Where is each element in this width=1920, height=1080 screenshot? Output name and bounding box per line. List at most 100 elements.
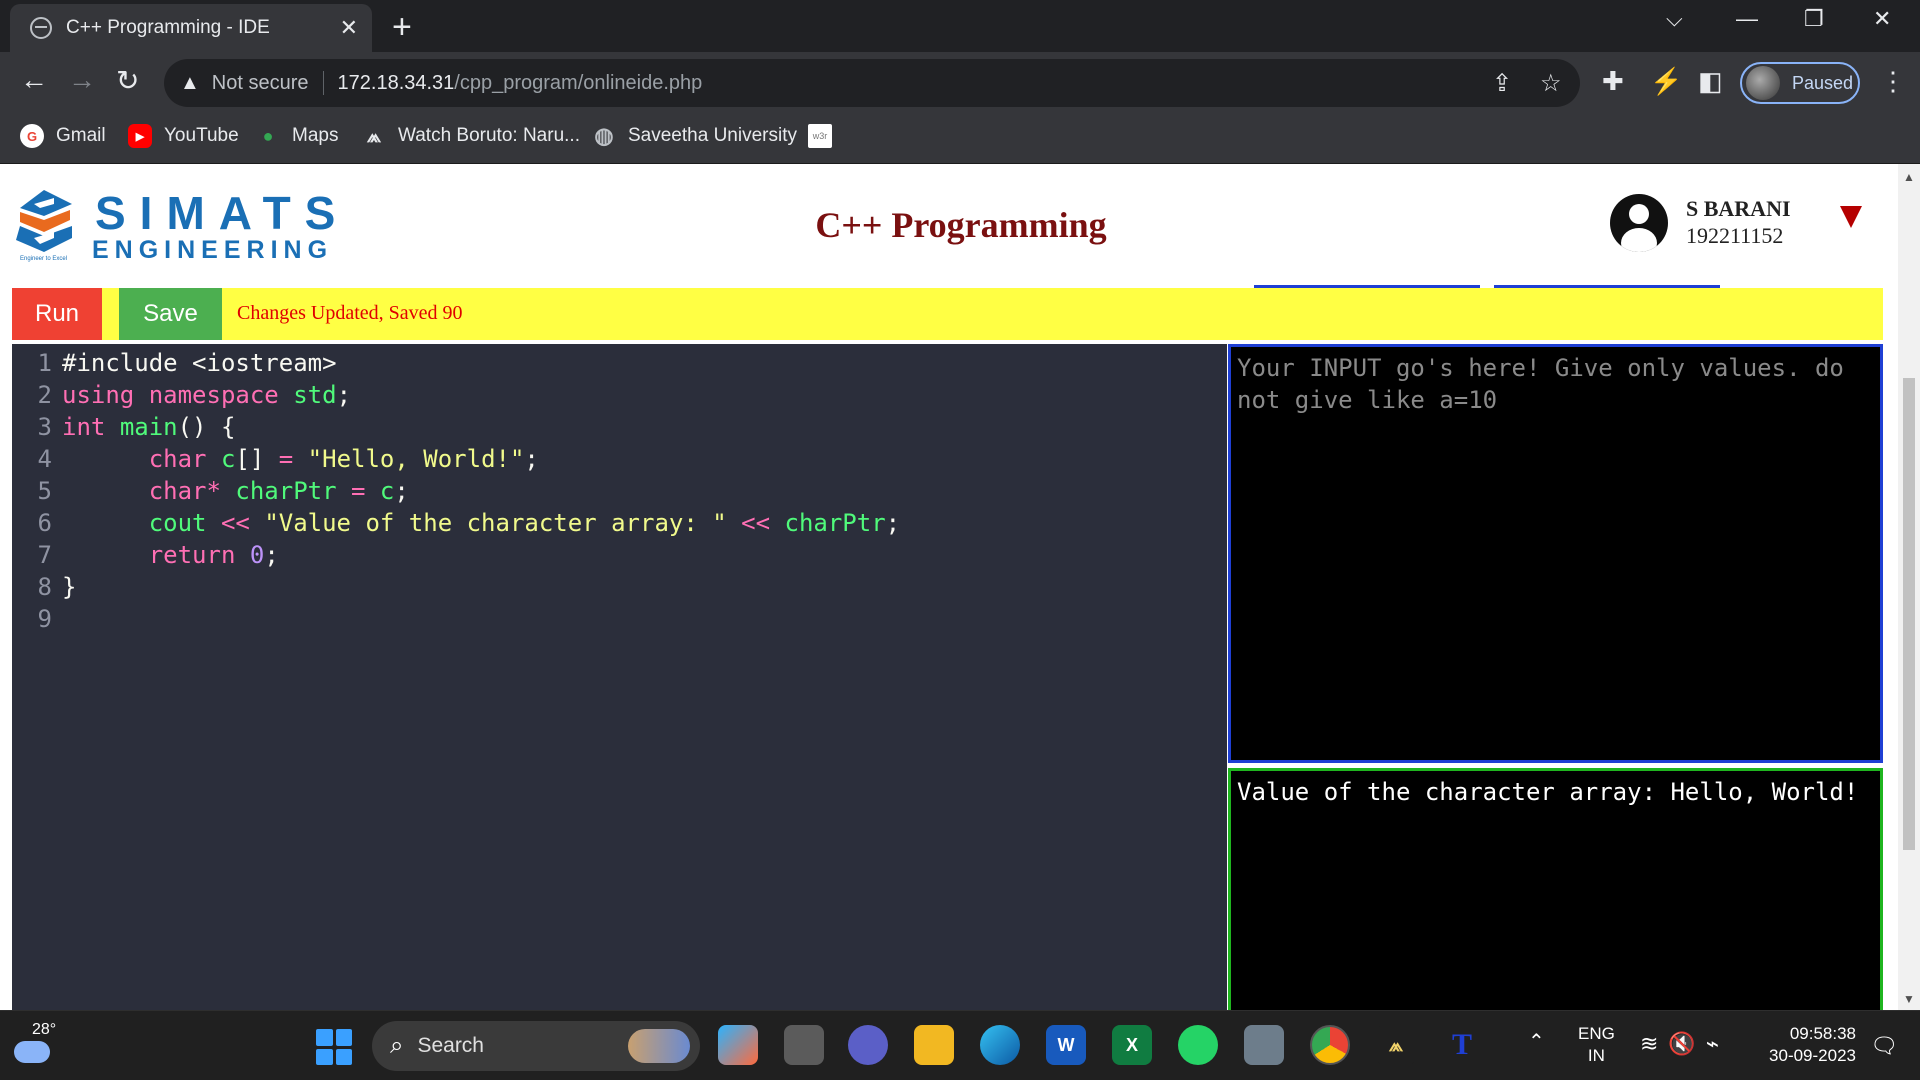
search-icon: ⌕ <box>390 1032 404 1059</box>
taskbar-search[interactable]: ⌕ Search <box>372 1021 700 1071</box>
line-number: 4 <box>37 445 52 473</box>
input-placeholder: Your INPUT go's here! Give only values. … <box>1237 354 1844 414</box>
bookmark-w3r[interactable]: w3r <box>808 124 844 148</box>
close-tab-icon[interactable]: ✕ <box>340 15 358 41</box>
code-token: int <box>62 413 106 441</box>
code-token: = <box>278 445 294 473</box>
minimize-button[interactable]: — <box>1736 6 1758 32</box>
extensions-icon[interactable]: ✚ <box>1602 66 1624 97</box>
code-token: = <box>351 477 366 505</box>
chrome-icon[interactable] <box>1310 1025 1350 1065</box>
forward-button[interactable]: → <box>68 64 96 96</box>
code-line[interactable]: 4 char c[] = "Hello, World!"; <box>12 443 1227 475</box>
word-icon[interactable]: W <box>1046 1025 1086 1065</box>
code-line[interactable]: 5 char* charPtr = c; <box>12 475 1227 507</box>
bookmark-label: Watch Boruto: Naru... <box>398 125 580 146</box>
run-button[interactable]: Run <box>12 288 102 340</box>
bookmark-boruto[interactable]: ⩕ Watch Boruto: Naru... <box>362 124 580 148</box>
line-number: 9 <box>37 605 52 633</box>
bookmark-label: Saveetha University <box>628 125 797 146</box>
page-header: SIMATS ENGINEERING Engineer to Excel C++… <box>0 164 1898 284</box>
code-token: << <box>741 509 771 537</box>
browser-tab[interactable]: C++ Programming - IDE ✕ <box>10 4 372 52</box>
anime-site-icon: ⩕ <box>366 125 382 146</box>
bookmark-youtube[interactable]: ▶ YouTube <box>128 124 239 148</box>
user-menu-caret-icon[interactable] <box>1840 206 1862 228</box>
code-token: ; <box>264 541 279 569</box>
anime-app-icon[interactable]: ⩕ <box>1376 1025 1416 1065</box>
code-line[interactable]: 7 return 0; <box>12 539 1227 571</box>
search-highlight-icon <box>628 1029 690 1063</box>
bookmark-gmail[interactable]: G Gmail <box>20 124 106 148</box>
teams-icon[interactable] <box>848 1025 888 1065</box>
back-button[interactable]: ← <box>20 64 48 96</box>
edge-icon[interactable] <box>980 1025 1020 1065</box>
language-indicator[interactable]: ENG IN <box>1578 1023 1615 1067</box>
code-line[interactable]: 9 <box>12 603 1227 635</box>
program-output-box: Value of the character array: Hello, Wor… <box>1228 768 1883 1010</box>
bookmark-star-icon[interactable]: ☆ <box>1540 69 1562 98</box>
output-text: Value of the character array: Hello, Wor… <box>1237 778 1859 806</box>
code-line[interactable]: 1 #include <iostream> <box>12 347 1227 379</box>
task-view-icon[interactable] <box>784 1025 824 1065</box>
side-panel-icon[interactable]: ◧ <box>1698 66 1723 97</box>
browser-toolbar: ← → ↻ ▲ Not secure 172.18.34.31/cpp_prog… <box>0 52 1920 114</box>
code-line[interactable]: 6 cout << "Value of the character array:… <box>12 507 1227 539</box>
security-label[interactable]: Not secure <box>212 72 309 95</box>
notification-icon[interactable]: 🗨 <box>1870 1033 1898 1059</box>
bookmark-maps[interactable]: ● Maps <box>256 124 339 148</box>
cloud-icon[interactable] <box>14 1041 50 1063</box>
whatsapp-icon[interactable] <box>1178 1025 1218 1065</box>
code-token: () { <box>177 413 236 441</box>
windows-start-icon[interactable] <box>316 1029 352 1065</box>
warning-icon: ▲ <box>180 71 200 94</box>
date: 30-09-2023 <box>1769 1046 1856 1065</box>
file-explorer-icon[interactable] <box>914 1025 954 1065</box>
weather-temperature[interactable]: 28° <box>32 1021 56 1039</box>
user-avatar-icon[interactable] <box>1610 194 1668 252</box>
globe-icon <box>30 17 52 39</box>
code-editor[interactable]: 1 #include <iostream> 2 using namespace std… <box>12 344 1227 1010</box>
scroll-down-icon[interactable]: ▼ <box>1903 992 1915 1006</box>
excel-icon[interactable]: X <box>1112 1025 1152 1065</box>
windows-taskbar: 28° ⌕ Search W X ⩕ T ⌃ ENG IN ≋🔇⌁ 09:58:… <box>0 1010 1920 1080</box>
code-line[interactable]: 3 int main() { <box>12 411 1227 443</box>
performance-icon[interactable]: ⚡ <box>1650 66 1682 97</box>
scroll-thumb[interactable] <box>1903 378 1915 850</box>
menu-icon[interactable]: ⋮ <box>1880 66 1906 97</box>
scroll-up-icon[interactable]: ▲ <box>1903 170 1915 184</box>
save-button[interactable]: Save <box>119 288 222 340</box>
bookmark-saveetha[interactable]: ◍ Saveetha University <box>592 123 797 148</box>
close-window-button[interactable]: ✕ <box>1873 6 1891 32</box>
address-bar[interactable]: ▲ Not secure 172.18.34.31/cpp_program/on… <box>164 59 1580 107</box>
logo-tagline: Engineer to Excel <box>20 256 68 262</box>
tab-search-icon[interactable]: ⌵ <box>1666 6 1683 32</box>
page-scrollbar[interactable]: ▲ ▼ <box>1898 164 1920 1010</box>
code-token: namespace <box>148 381 279 409</box>
copilot-icon[interactable] <box>718 1025 758 1065</box>
code-line[interactable]: 2 using namespace std; <box>12 379 1227 411</box>
clock[interactable]: 09:58:38 30-09-2023 <box>1760 1023 1856 1067</box>
share-icon[interactable]: ⇪ <box>1492 69 1512 98</box>
google-icon: G <box>20 124 44 148</box>
system-tray-icons[interactable]: ≋🔇⌁ <box>1640 1031 1729 1057</box>
code-token: ; <box>336 381 352 409</box>
code-token: << <box>220 509 250 537</box>
code-token: } <box>62 573 77 601</box>
new-tab-button[interactable]: + <box>392 8 412 47</box>
profile-button[interactable]: Paused <box>1740 62 1860 104</box>
program-input-box[interactable]: Your INPUT go's here! Give only values. … <box>1228 344 1883 763</box>
code-token: "Hello, World!" <box>307 445 525 473</box>
typing-app-icon[interactable]: T <box>1442 1025 1482 1065</box>
restore-button[interactable]: ❐ <box>1804 6 1824 32</box>
reload-button[interactable]: ↻ <box>116 64 139 97</box>
camera-icon[interactable] <box>1244 1025 1284 1065</box>
code-line[interactable]: 8} <box>12 571 1227 603</box>
chevron-up-icon[interactable]: ⌃ <box>1528 1029 1545 1054</box>
code-token: c <box>379 477 395 505</box>
code-token: ; <box>394 477 409 505</box>
